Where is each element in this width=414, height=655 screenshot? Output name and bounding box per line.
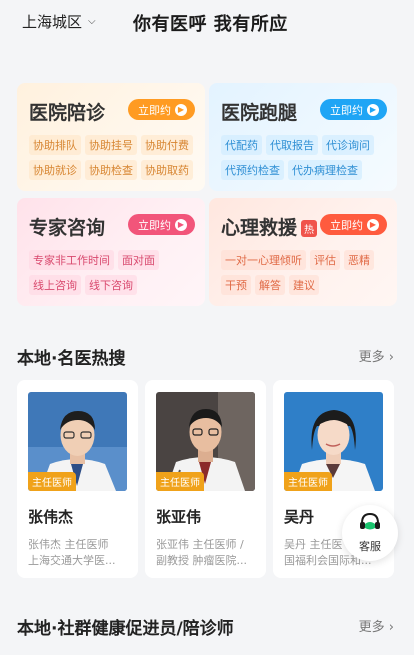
book-now-button[interactable]: 立即约 ▶ [320, 99, 387, 120]
page-title: 你有医呼 我有所应 [133, 14, 288, 35]
service-card-errand[interactable]: 医院跑腿 立即约 ▶ 代配药 代取报告 代诊询问 代预约检查 代办病理检查 [209, 83, 397, 191]
service-card-psych[interactable]: 心理救援热 立即约 ▶ 一对一心理倾听 评估 恶精 干预 解答 建议 [209, 198, 397, 306]
doctor-desc: 张亚伟 主任医师 / 副教授 肿瘤医院... [156, 538, 247, 567]
doctor-name: 张亚伟 [156, 508, 202, 526]
section-title-famous-doctors: 本地·名医热搜 [17, 349, 126, 369]
card-title: 医院陪诊 [29, 102, 106, 124]
arrow-right-icon: ▶ [367, 103, 379, 116]
doctor-name: 吴丹 [284, 508, 315, 526]
service-tag[interactable]: 协助检查 [85, 160, 137, 180]
more-link[interactable]: 更多 › [359, 616, 394, 635]
title-badge: 主任医师 [284, 472, 332, 491]
service-tag[interactable]: 干预 [221, 275, 251, 295]
service-tag[interactable]: 代配药 [221, 135, 262, 155]
chevron-down-icon: ⌵ [88, 16, 96, 27]
hot-badge: 热 [301, 220, 318, 237]
service-tag[interactable]: 代预约检查 [221, 160, 284, 180]
title-badge: 主任医师 [156, 472, 204, 491]
service-card-escort[interactable]: 医院陪诊 立即约 ▶ 协助排队 协助挂号 协助付费 协助就诊 协助检查 协助取药 [17, 83, 205, 191]
service-tag[interactable]: 线上咨询 [29, 275, 81, 295]
customer-service-label: 客服 [359, 540, 381, 553]
doctor-photo: 主任医师 [284, 392, 383, 491]
service-tag[interactable]: 建议 [289, 275, 319, 295]
arrow-right-icon: ▶ [367, 218, 379, 231]
service-tag[interactable]: 代办病理检查 [288, 160, 362, 180]
doctor-card[interactable]: 主任医师 张亚伟 张亚伟 主任医师 / 副教授 肿瘤医院... [145, 380, 266, 578]
doctor-photo: 主任医师 [28, 392, 127, 491]
service-tag[interactable]: 协助取药 [141, 160, 193, 180]
title-badge: 主任医师 [28, 472, 76, 491]
service-tag[interactable]: 协助排队 [29, 135, 81, 155]
service-tag[interactable]: 恶精 [344, 250, 374, 270]
city-selector[interactable]: 上海城区 ⌵ [22, 11, 96, 32]
doctor-photo: 主任医师 [156, 392, 255, 491]
more-link[interactable]: 更多 › [359, 346, 394, 365]
city-label: 上海城区 [22, 13, 83, 31]
service-tag[interactable]: 代诊询问 [322, 135, 374, 155]
card-title: 心理救援热 [221, 213, 318, 240]
service-tag[interactable]: 评估 [310, 250, 340, 270]
book-now-button[interactable]: 立即约 ▶ [128, 214, 195, 235]
service-tag[interactable]: 线下咨询 [85, 275, 137, 295]
book-now-button[interactable]: 立即约 ▶ [320, 214, 387, 235]
chevron-right-icon: › [388, 620, 394, 635]
arrow-right-icon: ▶ [175, 218, 187, 231]
service-tag[interactable]: 解答 [255, 275, 285, 295]
service-tag[interactable]: 一对一心理倾听 [221, 250, 306, 270]
service-tag[interactable]: 协助就诊 [29, 160, 81, 180]
service-card-expert[interactable]: 专家咨询 立即约 ▶ 专家非工作时间 面对面 线上咨询 线下咨询 [17, 198, 205, 306]
service-tag[interactable]: 协助付费 [141, 135, 193, 155]
customer-service-button[interactable]: 客服 [342, 505, 398, 561]
book-now-button[interactable]: 立即约 ▶ [128, 99, 195, 120]
service-tag[interactable]: 专家非工作时间 [29, 250, 114, 270]
card-title: 专家咨询 [29, 217, 106, 239]
arrow-right-icon: ▶ [175, 103, 187, 116]
top-bar: 上海城区 ⌵ 你有医呼 我有所应 [0, 0, 414, 50]
card-title: 医院跑腿 [221, 102, 298, 124]
doctor-desc: 张伟杰 主任医师 上海交通大学医... [28, 538, 116, 567]
service-tag[interactable]: 协助挂号 [85, 135, 137, 155]
chevron-right-icon: › [388, 350, 394, 365]
section-title-community: 本地·社群健康促进员/陪诊师 [17, 619, 234, 639]
headset-icon [359, 512, 381, 536]
service-tag[interactable]: 代取报告 [266, 135, 318, 155]
service-tag[interactable]: 面对面 [118, 250, 159, 270]
doctor-card[interactable]: 主任医师 张伟杰 张伟杰 主任医师 上海交通大学医... [17, 380, 138, 578]
doctor-name: 张伟杰 [28, 508, 74, 526]
